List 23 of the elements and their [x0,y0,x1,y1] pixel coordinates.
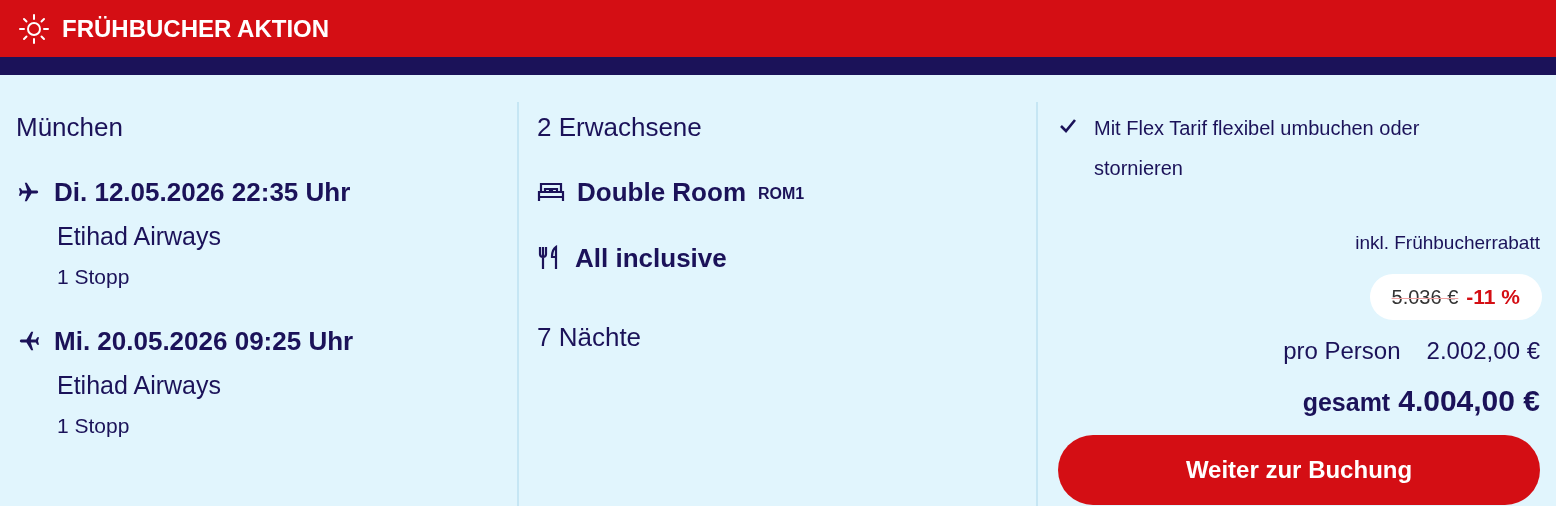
nights-count: 7 Nächte [537,321,643,354]
airline-name: Etihad Airways [57,370,222,401]
discount-percent: -11 % [1466,284,1520,311]
banner-title: FRÜHBUCHER AKTION [62,13,330,44]
continue-booking-button[interactable]: Weiter zur Buchung [1058,435,1540,505]
per-person-label: pro Person [1283,336,1401,366]
departure-city: München [16,111,124,144]
sun-icon [18,12,50,45]
total-label: gesamt [1302,387,1391,418]
flight-datetime: Mi. 20.05.2026 09:25 Uhr [54,325,354,358]
stops-count: 1 Stopp [57,413,131,439]
per-person-price: 2.002,00 € [1426,336,1540,366]
discount-note: inkl. Frühbucherrabatt [1355,231,1540,255]
bed-icon [537,181,565,203]
room-type: Double Room [577,175,746,209]
flight-datetime: Di. 12.05.2026 22:35 Uhr [54,176,351,209]
total-price: 4.004,00 € [1398,383,1540,419]
stops-count: 1 Stopp [57,264,131,290]
room-code: ROM1 [758,184,805,204]
travellers-count: 2 Erwachsene [537,111,703,144]
airline-name: Etihad Airways [57,221,222,252]
board-type: All inclusive [575,241,727,275]
feature-text: Mit Flex Tarif flexibel umbuchen oder stornieren [1094,116,1421,181]
